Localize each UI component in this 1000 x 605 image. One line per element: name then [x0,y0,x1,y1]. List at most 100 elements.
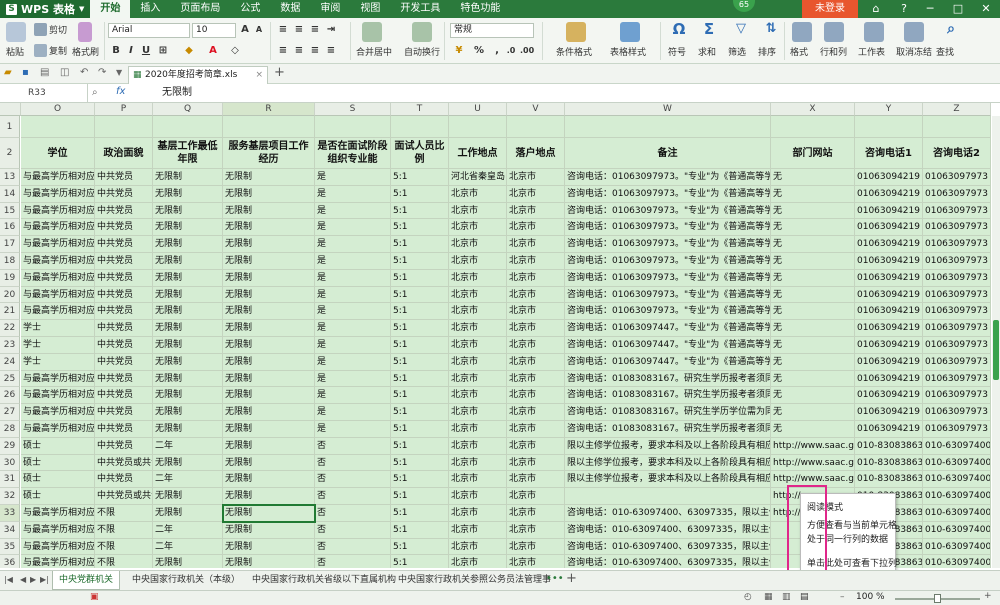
grid-cell[interactable]: 是 [315,404,391,421]
grid-cell[interactable]: 北京市 [507,185,565,203]
column-header[interactable]: W [565,103,771,116]
grid-cell[interactable]: 01063097973 [923,202,991,220]
grid-cell[interactable]: 二年 [153,521,223,539]
freeze-button[interactable]: 取消冻结 [896,45,932,58]
grid-cell[interactable] [923,116,991,138]
grid-cell[interactable] [153,116,223,138]
grid-cell[interactable]: 无限制 [153,169,223,186]
grid-cell[interactable]: 5:1 [391,303,449,321]
grid-cell[interactable]: 无限制 [223,286,315,304]
column-header[interactable]: Y [855,103,923,116]
close-button[interactable]: ✕ [972,0,1000,18]
grid-cell[interactable]: 北京市 [507,488,565,505]
grid-cell[interactable]: 5:1 [391,185,449,203]
grid-cell[interactable]: 与最高学历相对应 [21,169,95,186]
percent-button[interactable]: % [472,44,486,58]
decrease-decimal-icon[interactable]: .00 [520,44,534,58]
grid-cell[interactable]: 无 [771,387,855,405]
underline-button[interactable]: U [139,44,153,58]
grid-cell[interactable] [507,116,565,138]
grid-cell[interactable]: 无限制 [153,320,223,337]
symbol-icon[interactable]: Ω [670,22,688,37]
grid-cell[interactable]: 是 [315,253,391,270]
row-header[interactable]: 23 [0,337,20,354]
grid-cell[interactable]: 中共党员或共青 [95,488,153,505]
column-title-cell[interactable]: 部门网站 [771,138,855,169]
column-title-cell[interactable]: 面试人员比例 [391,138,449,169]
grid-cell[interactable]: 中共党员 [95,370,153,388]
column-title-cell[interactable]: 基层工作最低年限 [153,138,223,169]
grid-cell[interactable]: 01063097973 [923,253,991,270]
grid-cell[interactable]: 硕士 [21,437,95,455]
shrink-font-icon[interactable]: A [252,23,266,37]
row-header[interactable]: 22 [0,320,20,337]
column-title-cell[interactable]: 工作地点 [449,138,507,169]
grid-cell[interactable]: 北京市 [507,538,565,556]
grid-cell[interactable]: 01063097973 [923,370,991,388]
menu-tab[interactable]: 开发工具 [390,0,450,18]
grid-cell[interactable]: 01063097973 [923,219,991,237]
grid-cell[interactable]: 中共党员 [95,202,153,220]
grid-cell[interactable] [391,116,449,138]
font-name-select[interactable]: Arial [108,23,190,38]
format-painter-icon[interactable] [78,22,92,42]
grid-cell[interactable]: 中共党员 [95,437,153,455]
grid-cell[interactable]: 咨询电话：01063097447。"专业"为《普通高等学校 [565,320,771,337]
quick-access-dropdown-icon[interactable]: ▼ [116,68,122,77]
sheet-tab[interactable]: 中央国家行政机关省级以下直属机构 [246,571,402,590]
redo-icon[interactable]: ↷ [98,67,106,78]
grid-cell[interactable]: 咨询电话：010-63097400、63097335，限以主修学 [565,538,771,556]
align-middle-icon[interactable]: ≡ [292,23,306,37]
grid-cell[interactable] [315,116,391,138]
grid-cell[interactable]: 与最高学历相对应 [21,521,95,539]
grid-cell[interactable]: 01063097973 [923,185,991,203]
grid-cell[interactable]: 5:1 [391,404,449,421]
macro-icon[interactable]: ▣ [90,592,99,602]
grid-cell[interactable]: 是 [315,169,391,186]
grid-cell[interactable]: 咨询电话：01063097973。"专业"为《普通高等学校 [565,236,771,253]
grid-cell[interactable]: 中共党员 [95,286,153,304]
grid-cell[interactable]: 无限制 [223,437,315,455]
grid-cell[interactable]: 5:1 [391,269,449,287]
new-tab-icon[interactable]: + [274,65,285,80]
name-box[interactable]: R33 [0,84,88,102]
grid-cell[interactable]: 5:1 [391,387,449,405]
grid-cell[interactable]: 与最高学历相对应 [21,202,95,220]
grid-cell[interactable]: 无限制 [223,555,315,568]
grid-cell[interactable] [565,488,771,505]
grid-cell[interactable]: 北京市 [449,236,507,253]
menu-tab[interactable]: 开始 [90,0,131,18]
grid-cell[interactable]: 北京市 [449,454,507,472]
grid-cell[interactable]: 中共党员 [95,269,153,287]
grid-cell[interactable]: 5:1 [391,286,449,304]
grid-cell[interactable]: 北京市 [449,505,507,522]
grid-cell[interactable]: 不限 [95,505,153,522]
column-title-cell[interactable]: 备注 [565,138,771,169]
menu-tab[interactable]: 审阅 [310,0,350,18]
close-tab-icon[interactable]: × [255,67,263,83]
grid-cell[interactable]: 中共党员 [95,185,153,203]
sum-button[interactable]: 求和 [698,45,716,58]
grid-cell[interactable]: 无限制 [223,303,315,321]
sheet-tab[interactable]: 中央国家行政机关（本级） [126,571,246,590]
grid-cell[interactable]: 是 [315,286,391,304]
row-header[interactable]: 2 [0,138,20,169]
row-header[interactable]: 27 [0,404,20,421]
grid-cell[interactable]: 无限制 [153,370,223,388]
grid-cell[interactable]: 北京市 [449,387,507,405]
grid-cell[interactable]: 北京市 [449,538,507,556]
help-icon[interactable]: ? [890,0,918,18]
row-header[interactable]: 26 [0,387,20,405]
grid-cell[interactable]: 是 [315,387,391,405]
grid-cell[interactable]: 无限制 [223,269,315,287]
grid-cell[interactable] [21,116,95,138]
grid-cell[interactable]: 北京市 [507,437,565,455]
grid-cell[interactable]: 北京市 [507,269,565,287]
sort-button[interactable]: 排序 [758,45,776,58]
grid-cell[interactable]: 是 [315,370,391,388]
grid-cell[interactable]: 北京市 [449,488,507,505]
grid-cell[interactable]: 5:1 [391,505,449,522]
menu-tab[interactable]: 公式 [230,0,270,18]
increase-decimal-icon[interactable]: .0 [504,44,518,58]
worksheet-button[interactable]: 工作表 [858,45,885,58]
